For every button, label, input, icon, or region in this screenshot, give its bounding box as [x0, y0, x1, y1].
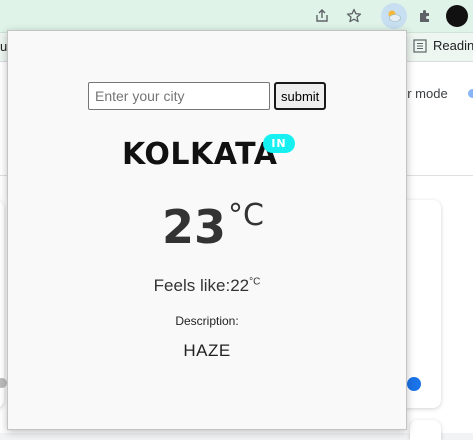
weather-popup: submit KOLKATA IN 23 °C Feels like:22°C … [7, 30, 407, 430]
profile-avatar[interactable] [446, 5, 468, 27]
page-mode-text: er mode [400, 86, 448, 101]
page-lower-card [410, 420, 441, 440]
browser-toolbar [0, 0, 473, 33]
bookmark-star-icon[interactable] [343, 5, 365, 27]
country-badge: IN [263, 134, 295, 153]
location-row: KOLKATA IN [8, 134, 406, 174]
description-label: Description: [175, 314, 239, 328]
temperature-value: 23 [162, 200, 227, 254]
page-left-toggle[interactable] [0, 378, 7, 388]
feels-like-label: Feels like: [153, 276, 231, 295]
submit-button[interactable]: submit [274, 82, 327, 110]
description-value: HAZE [183, 341, 231, 360]
city-name: KOLKATA [122, 137, 278, 172]
page-left-card [0, 200, 4, 408]
feels-like: Feels like:22°C [8, 276, 406, 296]
reading-list-icon [413, 38, 427, 53]
temperature-unit: °C [228, 198, 264, 233]
weather-extension-icon[interactable] [381, 3, 407, 29]
feels-like-value: 22 [230, 276, 250, 295]
search-form: submit [88, 82, 327, 110]
feels-like-unit: °C [249, 276, 261, 288]
extensions-puzzle-icon[interactable] [414, 5, 436, 27]
temperature-display: 23 °C [162, 199, 264, 255]
reading-list-label: Readin [433, 38, 473, 53]
reading-list-button[interactable]: Readin [413, 38, 473, 53]
city-input[interactable] [88, 82, 270, 110]
share-icon[interactable] [311, 5, 333, 27]
page-toggle-knob[interactable] [407, 377, 421, 391]
page-indicator-dot [468, 89, 473, 98]
